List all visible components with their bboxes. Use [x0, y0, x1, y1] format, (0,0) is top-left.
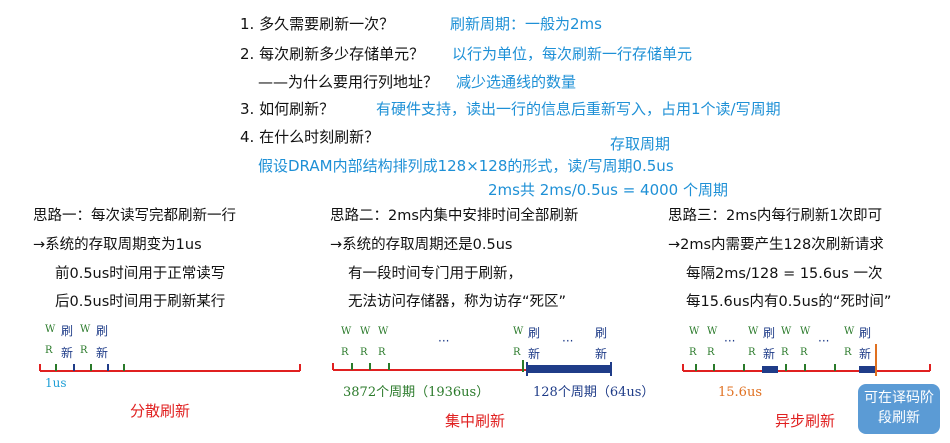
d3-shua-1: 刷: [763, 326, 776, 340]
d3-ellipsis-1: ···: [724, 334, 736, 348]
d2-r-2: R: [360, 347, 368, 358]
d2-ellipsis-1: ···: [438, 334, 450, 348]
d3-w-1: W: [689, 326, 700, 337]
d2-w-1: W: [341, 326, 352, 337]
d3-shua-2: 刷: [859, 326, 872, 340]
timeline-centralized: [332, 360, 612, 376]
d3-w-6: W: [844, 326, 855, 337]
d2-w-4: W: [513, 326, 524, 337]
d3-r-5: R: [800, 347, 808, 358]
d2-xin-1: 新: [528, 347, 541, 361]
d3-w-3: W: [748, 326, 759, 337]
d1-shua-2: 刷: [96, 324, 109, 338]
d3-r-6: R: [844, 347, 852, 358]
d1-xin-1: 新: [61, 346, 74, 360]
d2-shua-1: 刷: [528, 326, 541, 340]
timeline-diagrams: [39, 344, 931, 376]
d2-note-refresh-cycles: 128个周期（64us）: [533, 385, 655, 400]
d1-shua-1: 刷: [61, 324, 74, 338]
d2-r-4: R: [513, 347, 521, 358]
d2-xin-2: 新: [595, 347, 608, 361]
d3-r-1: R: [689, 347, 697, 358]
d2-shua-2: 刷: [595, 326, 608, 340]
d3-w-2: W: [707, 326, 718, 337]
d2-ellipsis-2: ···: [562, 334, 574, 348]
label-distributed-refresh: 分散刷新: [130, 402, 191, 420]
d1-note-1us: 1us: [45, 376, 67, 390]
d3-r-2: R: [707, 347, 715, 358]
d3-r-3: R: [748, 347, 756, 358]
d1-w-1: W: [45, 324, 56, 335]
d1-r-2: R: [80, 345, 88, 356]
d3-xin-1: 新: [763, 347, 776, 361]
d1-xin-2: 新: [96, 346, 109, 360]
d3-ellipsis-2: ···: [818, 334, 830, 348]
d3-xin-2: 新: [859, 347, 872, 361]
d2-note-normal-cycles: 3872个周期（1936us）: [343, 385, 490, 400]
d3-r-4: R: [781, 347, 789, 358]
d1-r-1: R: [45, 345, 53, 356]
decode-stage-refresh-callout: 可在译码阶段刷新: [858, 384, 940, 434]
d2-r-1: R: [341, 347, 349, 358]
d3-note-interval: 15.6us: [718, 385, 762, 400]
d2-w-3: W: [378, 326, 389, 337]
label-centralized-refresh: 集中刷新: [445, 412, 506, 430]
label-asynchronous-refresh: 异步刷新: [775, 412, 836, 430]
d2-w-2: W: [360, 326, 371, 337]
d3-w-5: W: [800, 326, 811, 337]
d3-w-4: W: [781, 326, 792, 337]
d2-r-3: R: [378, 347, 386, 358]
timeline-distributed: [39, 364, 301, 372]
d1-w-2: W: [80, 324, 91, 335]
